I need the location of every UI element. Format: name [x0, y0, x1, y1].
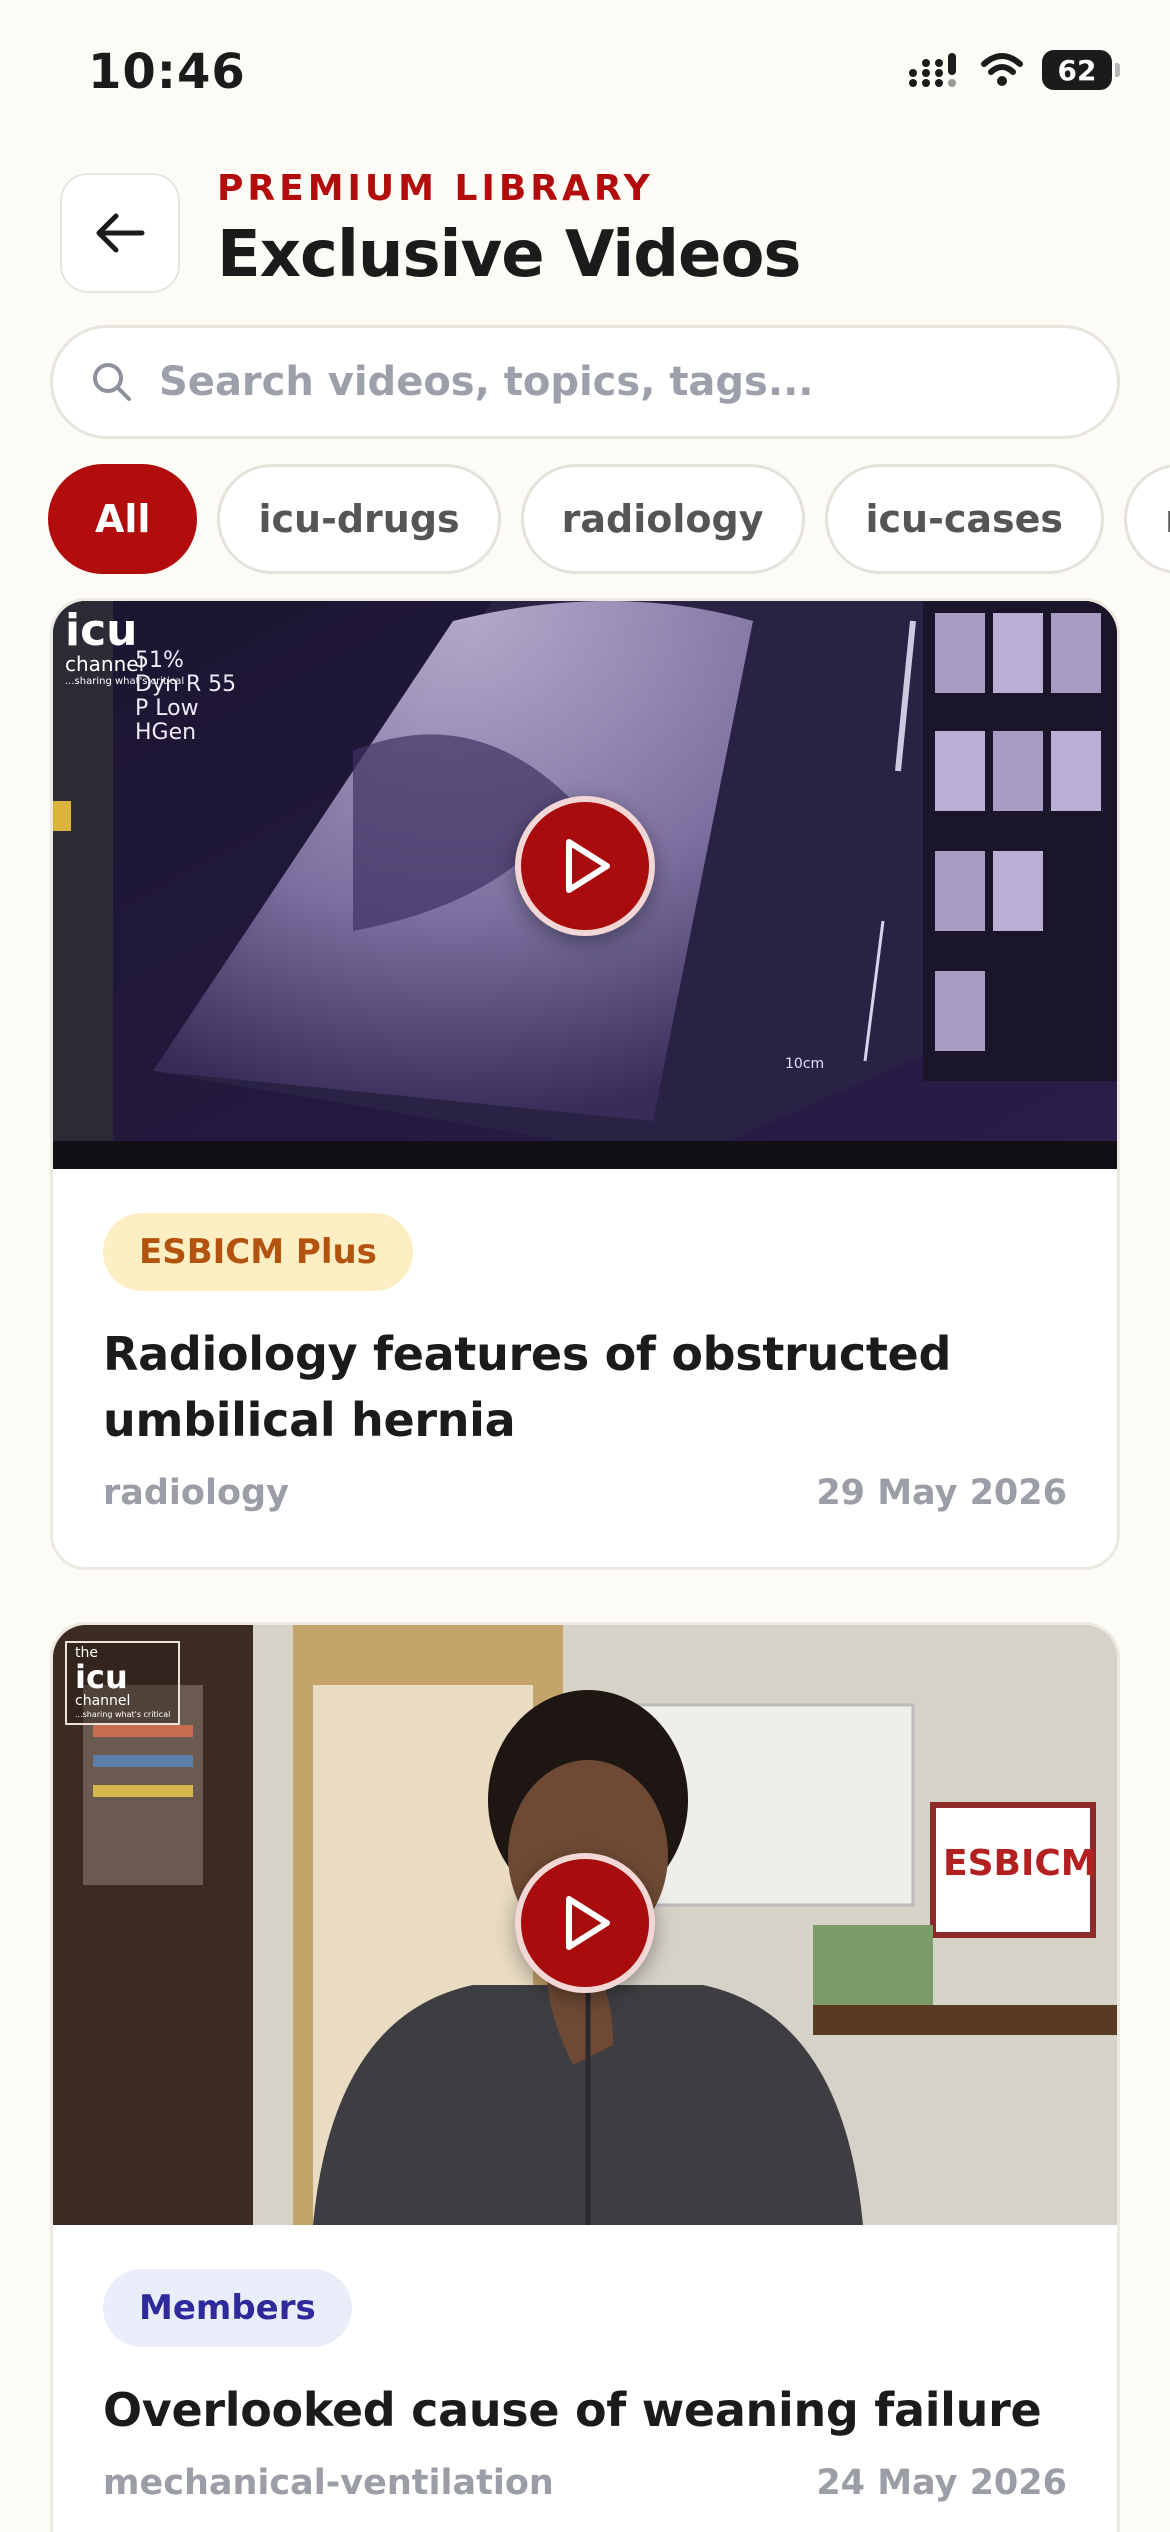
back-button[interactable]: [60, 173, 180, 293]
channel-logo: the icu channel ...sharing what's critic…: [65, 1641, 181, 1725]
video-date: 29 May 2026: [816, 1473, 1067, 1513]
video-title[interactable]: Overlooked cause of weaning failure: [103, 2377, 1067, 2443]
play-icon: [566, 1896, 610, 1950]
arrow-left-icon: [96, 213, 145, 253]
video-date: 24 May 2026: [816, 2463, 1067, 2503]
ultrasound-readout: 51% Dyn R 55 P Low HGen: [135, 648, 237, 745]
status-bar: 10:46 62: [0, 0, 1170, 150]
video-tag[interactable]: mechanical-ventilation: [103, 2463, 554, 2503]
filter-chip-radiology[interactable]: radiology: [520, 464, 805, 574]
filter-chip-mechanical-ventilation[interactable]: mechanical-ventilation: [1124, 464, 1170, 574]
status-time: 10:46: [88, 44, 246, 100]
wall-sign: ESBICM: [943, 1843, 1097, 1884]
header-eyebrow: PREMIUM LIBRARY: [217, 168, 654, 209]
search-icon: [93, 363, 131, 401]
battery-icon: 62: [1042, 50, 1120, 90]
card-body: Members Overlooked cause of weaning fail…: [53, 2225, 1117, 2503]
video-thumbnail[interactable]: the icu channel ...sharing what's critic…: [53, 1625, 1117, 2225]
card-body: ESBICM Plus Radiology features of obstru…: [53, 1169, 1117, 1513]
play-icon: [566, 839, 610, 893]
video-title[interactable]: Radiology features of obstructed umbilic…: [103, 1321, 1067, 1453]
filter-chips: All icu-drugs radiology icu-cases mechan…: [48, 464, 1170, 576]
status-icons: 62: [908, 50, 1120, 90]
video-tag[interactable]: radiology: [103, 1473, 289, 1513]
access-badge: Members: [103, 2269, 352, 2347]
filter-chip-icu-drugs[interactable]: icu-drugs: [217, 464, 501, 574]
page-title: Exclusive Videos: [217, 218, 801, 292]
depth-scale-label: 10cm: [785, 1056, 825, 1072]
video-meta: radiology 29 May 2026: [103, 1473, 1067, 1513]
search-bar[interactable]: [50, 325, 1120, 439]
cellular-signal-icon: [909, 53, 956, 87]
play-button[interactable]: [515, 1853, 655, 1993]
video-thumbnail[interactable]: icu channel ...sharing what's critical 5…: [53, 601, 1117, 1169]
video-card[interactable]: icu channel ...sharing what's critical 5…: [50, 598, 1120, 1570]
access-badge: ESBICM Plus: [103, 1213, 413, 1291]
wifi-icon: [981, 53, 1023, 86]
play-button[interactable]: [515, 796, 655, 936]
search-input[interactable]: [159, 359, 1059, 405]
video-card[interactable]: the icu channel ...sharing what's critic…: [50, 1622, 1120, 2532]
filter-chip-all[interactable]: All: [48, 464, 198, 574]
video-meta: mechanical-ventilation 24 May 2026: [103, 2463, 1067, 2503]
filter-chip-icu-cases[interactable]: icu-cases: [824, 464, 1105, 574]
